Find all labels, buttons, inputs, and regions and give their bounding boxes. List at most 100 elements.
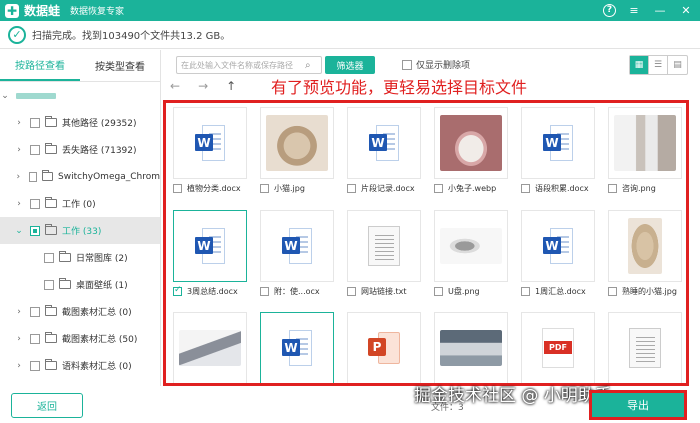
- file-tile[interactable]: 熟睡的小猫.jpg: [608, 210, 682, 297]
- file-checkbox[interactable]: [173, 184, 182, 193]
- close-icon[interactable]: ✕: [678, 2, 694, 18]
- tree-item-work-33[interactable]: ⌄ 工作 (33): [0, 217, 160, 244]
- chevron-down-icon[interactable]: ⌄: [0, 91, 10, 101]
- file-thumbnail[interactable]: [434, 312, 508, 383]
- tree-checkbox[interactable]: [30, 333, 40, 344]
- back-button[interactable]: 返回: [11, 393, 83, 418]
- export-button[interactable]: 导出: [589, 390, 687, 420]
- tab-by-type[interactable]: 按类型查看: [80, 50, 160, 81]
- tree-checkbox[interactable]: [28, 171, 38, 182]
- tree-item-daily-gallery[interactable]: 日常图库 (2): [0, 244, 160, 271]
- file-tile[interactable]: W 3周总结.docx: [173, 210, 247, 297]
- tree-checkbox[interactable]: [30, 117, 40, 128]
- file-tile[interactable]: W 语段积累.docx: [521, 107, 595, 194]
- detail-view-icon[interactable]: ▤: [668, 56, 687, 74]
- file-tile[interactable]: P: [347, 312, 421, 383]
- file-checkbox[interactable]: [347, 287, 356, 296]
- grid-view-icon[interactable]: ▦: [630, 56, 649, 74]
- tree-checkbox[interactable]: [30, 306, 40, 317]
- tree-checkbox[interactable]: [30, 144, 40, 155]
- search-icon[interactable]: ⌕: [305, 60, 311, 71]
- tree-checkbox[interactable]: [30, 225, 40, 236]
- file-tile[interactable]: [608, 312, 682, 383]
- tree-item-wallpapers[interactable]: 桌面壁纸 (1): [0, 271, 160, 298]
- file-checkbox[interactable]: [260, 287, 269, 296]
- chevron-down-icon[interactable]: ⌄: [14, 226, 24, 236]
- search-input[interactable]: [181, 60, 305, 70]
- tree-checkbox[interactable]: [44, 252, 54, 263]
- file-tile[interactable]: W 植物分类.docx: [173, 107, 247, 194]
- file-tile[interactable]: [434, 312, 508, 383]
- file-thumbnail[interactable]: W: [521, 107, 595, 179]
- tree-root[interactable]: ⌄: [0, 82, 160, 109]
- tree-item-screenshots-0[interactable]: › 截图素材汇总 (0): [0, 298, 160, 325]
- file-thumbnail[interactable]: W: [173, 210, 247, 282]
- file-tile[interactable]: 网站链接.txt: [347, 210, 421, 297]
- sidebar: 按路径查看 按类型查看 ⌄ › 其他路径 (29352) › 丢失路径 (713…: [0, 50, 161, 386]
- file-thumbnail[interactable]: [434, 107, 508, 179]
- file-thumbnail[interactable]: [260, 107, 334, 179]
- file-checkbox[interactable]: [608, 184, 617, 193]
- file-thumbnail[interactable]: [608, 210, 682, 282]
- file-tile[interactable]: 咨询.png: [608, 107, 682, 194]
- chevron-right-icon[interactable]: ›: [14, 334, 24, 344]
- file-thumbnail[interactable]: [608, 107, 682, 179]
- file-checkbox[interactable]: [608, 287, 617, 296]
- file-thumbnail[interactable]: [434, 210, 508, 282]
- file-tile[interactable]: 小兔子.webp: [434, 107, 508, 194]
- tree-item-other-paths[interactable]: › 其他路径 (29352): [0, 109, 160, 136]
- file-tile[interactable]: PDF: [521, 312, 595, 383]
- file-tile[interactable]: W 附：使...ocx: [260, 210, 334, 297]
- tree-item-lost-paths[interactable]: › 丢失路径 (71392): [0, 136, 160, 163]
- filter-button[interactable]: 筛选器: [325, 56, 375, 74]
- chevron-right-icon[interactable]: ›: [14, 172, 23, 182]
- file-checkbox[interactable]: [521, 287, 530, 296]
- file-tile[interactable]: [173, 312, 247, 383]
- file-checkbox[interactable]: [434, 287, 443, 296]
- file-checkbox[interactable]: [434, 184, 443, 193]
- chevron-right-icon[interactable]: ›: [14, 361, 24, 371]
- file-tile[interactable]: W: [260, 312, 334, 383]
- file-thumbnail[interactable]: W: [347, 107, 421, 179]
- nav-up-icon[interactable]: ↑: [226, 79, 236, 93]
- minimize-icon[interactable]: —: [652, 2, 668, 18]
- file-thumbnail[interactable]: W: [521, 210, 595, 282]
- chevron-right-icon[interactable]: ›: [14, 199, 24, 209]
- file-tile[interactable]: W 片段记录.docx: [347, 107, 421, 194]
- chevron-right-icon[interactable]: ›: [14, 145, 24, 155]
- file-thumbnail[interactable]: [173, 312, 247, 383]
- file-checkbox[interactable]: [521, 184, 530, 193]
- file-thumbnail[interactable]: W: [260, 312, 334, 383]
- list-view-icon[interactable]: ☰: [649, 56, 668, 74]
- file-checkbox[interactable]: [260, 184, 269, 193]
- nav-back-icon[interactable]: ←: [170, 79, 180, 93]
- deleted-only-checkbox[interactable]: [402, 59, 412, 70]
- file-thumbnail[interactable]: P: [347, 312, 421, 383]
- tree-item-corpus[interactable]: › 语料素材汇总 (0): [0, 352, 160, 379]
- tree-item-work-0[interactable]: › 工作 (0): [0, 190, 160, 217]
- nav-forward-icon[interactable]: →: [198, 79, 208, 93]
- tree-checkbox[interactable]: [30, 360, 40, 371]
- file-tile[interactable]: W 1周汇总.docx: [521, 210, 595, 297]
- file-tile[interactable]: U盘.png: [434, 210, 508, 297]
- app-subtitle: 数据恢复专家: [70, 7, 125, 17]
- file-thumbnail[interactable]: W: [260, 210, 334, 282]
- file-checkbox[interactable]: [347, 184, 356, 193]
- file-thumbnail[interactable]: PDF: [521, 312, 595, 383]
- help-icon[interactable]: ?: [603, 3, 616, 17]
- tree-item-label: 丢失路径 (71392): [62, 146, 137, 156]
- deleted-only-toggle[interactable]: 仅显示删除项: [402, 58, 470, 71]
- file-tile[interactable]: 小猫.jpg: [260, 107, 334, 194]
- tree-item-screenshots-50[interactable]: › 截图素材汇总 (50): [0, 325, 160, 352]
- tree-checkbox[interactable]: [30, 198, 40, 209]
- file-checkbox[interactable]: [173, 285, 182, 296]
- tree-checkbox[interactable]: [44, 279, 54, 290]
- tab-by-path[interactable]: 按路径查看: [0, 50, 80, 81]
- chevron-right-icon[interactable]: ›: [14, 307, 24, 317]
- file-thumbnail[interactable]: [608, 312, 682, 383]
- file-thumbnail[interactable]: W: [173, 107, 247, 179]
- chevron-right-icon[interactable]: ›: [14, 118, 24, 128]
- menu-icon[interactable]: ≡: [626, 2, 642, 18]
- tree-item-switchyomega[interactable]: › SwitchyOmega_Chromium: [0, 163, 160, 190]
- file-thumbnail[interactable]: [347, 210, 421, 282]
